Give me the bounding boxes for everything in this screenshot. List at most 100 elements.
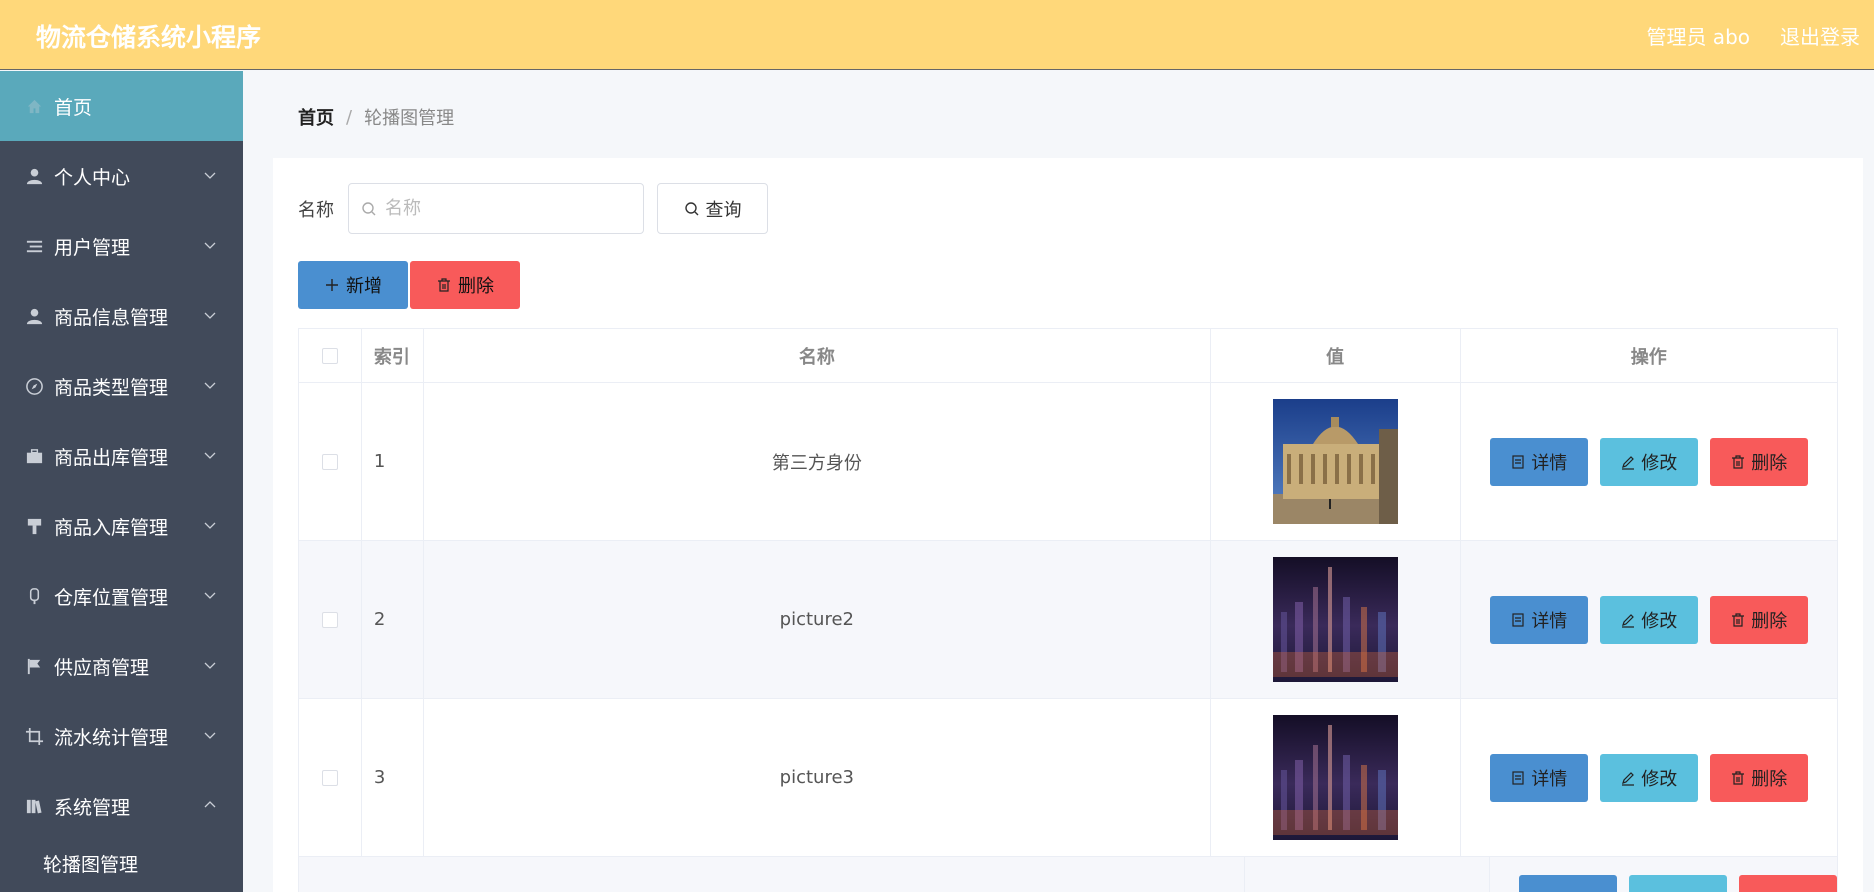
sidebar-item-system[interactable]: 系统管理 — [0, 771, 243, 841]
sidebar: 首页 个人中心 用户管理 商品信息管理 商品类型管理 商品出库管理 商品入库管理… — [0, 71, 243, 892]
delete-button[interactable] — [1739, 875, 1837, 892]
sidebar-item-label: 系统管理 — [54, 796, 131, 819]
add-button-label: 新增 — [346, 276, 382, 297]
cathedral-photo — [1272, 399, 1398, 524]
row-checkbox-cell — [299, 699, 362, 856]
trash-icon — [1732, 770, 1745, 785]
detail-button-label: 详情 — [1531, 452, 1568, 474]
sidebar-item-goods-out[interactable]: 商品出库管理 — [0, 421, 243, 491]
sidebar-item-label: 商品信息管理 — [54, 306, 169, 329]
delete-button-label: 删除 — [1751, 768, 1788, 790]
edit-button[interactable]: 修改 — [1599, 437, 1698, 486]
chevron-down-icon — [204, 592, 216, 599]
sidebar-subitem-carousel[interactable]: 轮播图管理 — [0, 841, 243, 885]
row-value-cell — [1211, 541, 1461, 698]
home-icon — [24, 96, 44, 116]
edit-icon — [1622, 771, 1635, 786]
app-title: 物流仓储系统小程序 — [36, 23, 262, 52]
select-all-checkbox[interactable] — [321, 347, 338, 364]
sidebar-subitem-label: 轮播图管理 — [43, 853, 139, 876]
sidebar-item-flow-stats[interactable]: 流水统计管理 — [0, 701, 243, 771]
detail-button[interactable] — [1519, 875, 1617, 892]
header-value: 值 — [1211, 329, 1461, 382]
table-row: 3 picture3 详情 修改 删除 — [299, 699, 1837, 857]
document-icon — [1512, 454, 1524, 469]
crop-icon — [24, 726, 44, 746]
library-icon — [24, 796, 44, 816]
briefcase-icon — [24, 446, 44, 466]
flag-icon — [24, 656, 44, 676]
sidebar-item-label: 商品类型管理 — [54, 376, 169, 399]
batch-delete-button[interactable]: 删除 — [410, 261, 520, 309]
delete-button[interactable]: 删除 — [1709, 437, 1808, 486]
row-checkbox[interactable] — [321, 769, 338, 786]
breadcrumb-current: 轮播图管理 — [364, 108, 455, 129]
search-icon — [684, 201, 698, 215]
trash-icon — [438, 278, 450, 292]
sidebar-item-goods-info[interactable]: 商品信息管理 — [0, 281, 243, 351]
detail-button[interactable]: 详情 — [1489, 437, 1588, 486]
row-value-cell — [1211, 699, 1461, 856]
detail-button-label: 详情 — [1531, 768, 1568, 790]
detail-button[interactable]: 详情 — [1489, 595, 1588, 644]
row-checkbox-cell — [299, 383, 362, 540]
chevron-down-icon — [204, 662, 216, 669]
carousel-table: 索引 名称 值 操作 1 第三方身份 详情 修改 删除 2 picture2 详… — [298, 328, 1838, 892]
sidebar-item-users[interactable]: 用户管理 — [0, 211, 243, 281]
add-button[interactable]: 新增 — [298, 261, 408, 309]
search-input[interactable] — [385, 198, 635, 219]
city-lights-photo — [1272, 715, 1398, 840]
row-value-cell — [1211, 383, 1461, 540]
sidebar-item-label: 商品出库管理 — [54, 446, 169, 469]
search-field[interactable] — [348, 183, 644, 234]
edit-button-label: 修改 — [1641, 452, 1678, 474]
logout-link[interactable]: 退出登录 — [1780, 21, 1860, 50]
chevron-up-icon — [204, 801, 216, 808]
row-index: 1 — [362, 383, 424, 540]
sidebar-item-goods-type[interactable]: 商品类型管理 — [0, 351, 243, 421]
delete-button-label: 删除 — [458, 276, 494, 297]
header-name: 名称 — [424, 329, 1211, 382]
sidebar-item-goods-in[interactable]: 商品入库管理 — [0, 491, 243, 561]
chevron-down-icon — [204, 312, 216, 319]
row-actions: 详情 修改 删除 — [1461, 541, 1838, 698]
row-index: 2 — [362, 541, 424, 698]
sidebar-item-warehouse-location[interactable]: 仓库位置管理 — [0, 561, 243, 631]
main-content: 首页 / 轮播图管理 名称 查询 新增 删除 索引 名称 值 操作 — [243, 71, 1874, 892]
row-name: picture2 — [424, 541, 1211, 698]
table-header: 索引 名称 值 操作 — [299, 329, 1837, 383]
city-lights-photo — [1272, 557, 1398, 682]
trash-icon — [1732, 454, 1745, 469]
trash-icon — [1732, 612, 1745, 627]
edit-button[interactable]: 修改 — [1599, 753, 1698, 802]
sidebar-item-home[interactable]: 首页 — [0, 71, 243, 141]
row-checkbox[interactable] — [321, 453, 338, 470]
sidebar-item-supplier[interactable]: 供应商管理 — [0, 631, 243, 701]
edit-button[interactable] — [1629, 875, 1727, 892]
header-checkbox-cell — [299, 329, 362, 382]
sidebar-item-label: 个人中心 — [54, 166, 131, 189]
edit-button-label: 修改 — [1641, 610, 1678, 632]
row-checkbox-cell — [299, 541, 362, 698]
chevron-down-icon — [204, 242, 216, 249]
search-label: 名称 — [298, 200, 334, 221]
query-button[interactable]: 查询 — [657, 183, 768, 234]
row-name: 第三方身份 — [424, 383, 1211, 540]
row-actions: 详情 修改 删除 — [1461, 383, 1838, 540]
person-icon — [24, 306, 44, 326]
sidebar-item-label: 用户管理 — [54, 236, 131, 259]
detail-button[interactable]: 详情 — [1489, 753, 1588, 802]
table-row-partial — [299, 857, 1837, 892]
row-actions — [1490, 857, 1837, 892]
search-icon — [362, 201, 376, 215]
delete-button-label: 删除 — [1751, 610, 1788, 632]
row-name: picture3 — [424, 699, 1211, 856]
row-checkbox[interactable] — [321, 611, 338, 628]
sidebar-item-label: 流水统计管理 — [54, 726, 169, 749]
edit-button[interactable]: 修改 — [1599, 595, 1698, 644]
delete-button[interactable]: 删除 — [1709, 595, 1808, 644]
plus-icon — [326, 279, 338, 291]
delete-button[interactable]: 删除 — [1709, 753, 1808, 802]
sidebar-item-profile[interactable]: 个人中心 — [0, 141, 243, 211]
breadcrumb-home[interactable]: 首页 — [298, 104, 334, 130]
